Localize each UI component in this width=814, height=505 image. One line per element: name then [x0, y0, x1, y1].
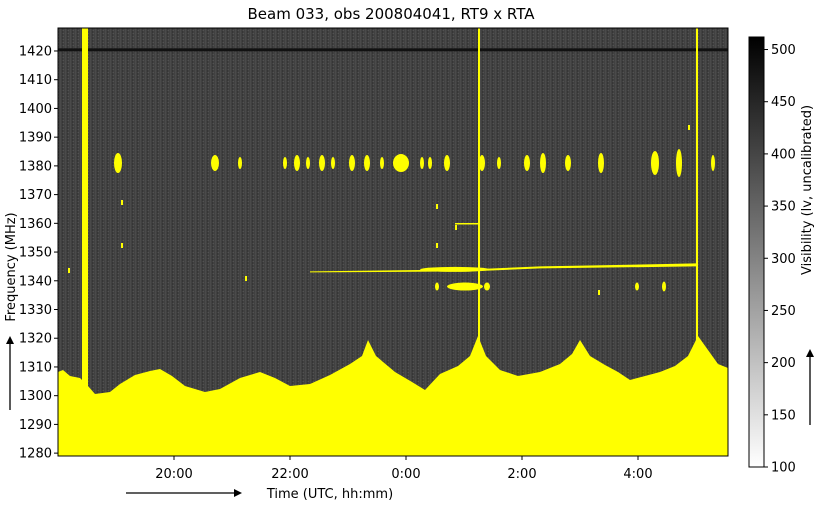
x-axis-label: Time (UTC, hh:mm)	[266, 487, 393, 502]
flag-column	[478, 28, 480, 348]
rfi-burst	[319, 155, 325, 172]
x-tick-label: 2:00	[507, 467, 536, 482]
colorbar-axis: 100 150 200 250 300 350 400 450 500	[764, 43, 796, 476]
y-tick-label: 1330	[19, 303, 52, 318]
rfi-burst	[294, 155, 300, 172]
rfi-burst	[497, 157, 501, 170]
rfi-burst	[331, 157, 335, 170]
y-tick-label: 1410	[19, 73, 52, 88]
y-axis-label: Frequency (MHz)	[4, 212, 19, 321]
rfi-burst	[540, 153, 546, 174]
y-tick-label: 1370	[19, 188, 52, 203]
y-tick-label: 1350	[19, 246, 52, 261]
flag-dash	[121, 200, 123, 205]
colorbar-tick-label: 250	[771, 304, 796, 319]
flag-dash	[245, 276, 247, 281]
y-tick-label: 1280	[19, 447, 52, 462]
flag-dash	[688, 125, 690, 130]
rfi-burst	[651, 151, 659, 176]
flag-dash	[598, 290, 600, 295]
colorbar-label: Visibility (lv, uncalibrated)	[800, 105, 814, 275]
rfi-burst	[662, 281, 666, 292]
x-axis: 20:00 22:00 0:00 2:00 4:00	[155, 456, 653, 482]
colorbar-tick-label: 400	[771, 147, 796, 162]
x-tick-label: 0:00	[391, 467, 420, 482]
rfi-burst	[598, 153, 604, 174]
y-tick-label: 1380	[19, 159, 52, 174]
rfi-burst	[283, 157, 287, 170]
rfi-burst	[524, 155, 530, 172]
rfi-burst	[420, 157, 424, 170]
rfi-burst	[565, 155, 571, 172]
x-axis-arrow	[126, 489, 242, 497]
y-tick-label: 1420	[19, 44, 52, 59]
y-tick-label: 1400	[19, 102, 52, 117]
colorbar-tick-label: 450	[771, 95, 796, 110]
hi-line	[58, 48, 728, 52]
flag-dash	[455, 223, 480, 225]
y-tick-label: 1340	[19, 274, 52, 289]
y-tick-label: 1310	[19, 360, 52, 375]
colorbar-tick-label: 100	[771, 461, 796, 476]
rfi-burst	[479, 155, 485, 172]
flag-dash	[121, 243, 123, 248]
colorbar-tick-label: 300	[771, 252, 796, 267]
rfi-burst	[444, 155, 450, 172]
flag-column	[82, 28, 88, 396]
rfi-burst	[211, 155, 219, 172]
rfi-burst	[428, 157, 432, 170]
rfi-burst	[711, 155, 715, 172]
rfi-burst	[380, 157, 384, 170]
colorbar-arrow	[806, 349, 814, 425]
heatmap-chart: Beam 033, obs 200804041, RT9 x RTA 12801…	[4, 5, 814, 502]
rfi-burst	[238, 157, 242, 170]
y-axis-arrow	[6, 336, 14, 410]
y-tick-label: 1320	[19, 332, 52, 347]
flag-dash	[436, 204, 438, 209]
colorbar-tick-label: 200	[771, 356, 796, 371]
y-tick-label: 1290	[19, 418, 52, 433]
rfi-burst	[435, 282, 439, 291]
flag-dash	[455, 225, 457, 230]
x-tick-label: 4:00	[623, 467, 652, 482]
rfi-burst	[306, 157, 310, 170]
y-axis: 1280 1290 1300 1310 1320 1330 1340 1350 1360 1370…	[19, 44, 58, 462]
colorbar-tick-label: 350	[771, 200, 796, 215]
rfi-burst	[114, 153, 122, 174]
y-tick-label: 1360	[19, 217, 52, 232]
rfi-burst	[447, 282, 483, 291]
y-tick-label: 1390	[19, 131, 52, 146]
rfi-burst	[484, 282, 490, 291]
rfi-burst	[364, 155, 370, 172]
y-tick-label: 1300	[19, 389, 52, 404]
colorbar-tick-label: 150	[771, 408, 796, 423]
rfi-burst	[393, 154, 409, 173]
colorbar-tick-label: 500	[771, 43, 796, 58]
flag-dash	[68, 268, 70, 273]
flag-column	[696, 28, 698, 368]
rfi-burst	[635, 282, 639, 291]
colorbar	[748, 36, 765, 468]
rfi-burst	[676, 149, 682, 178]
chart-title: Beam 033, obs 200804041, RT9 x RTA	[247, 5, 535, 23]
flag-dash	[436, 243, 438, 248]
x-tick-label: 22:00	[271, 467, 308, 482]
x-tick-label: 20:00	[155, 467, 192, 482]
rfi-burst	[349, 155, 355, 172]
rfi-drift-blob	[420, 266, 490, 272]
